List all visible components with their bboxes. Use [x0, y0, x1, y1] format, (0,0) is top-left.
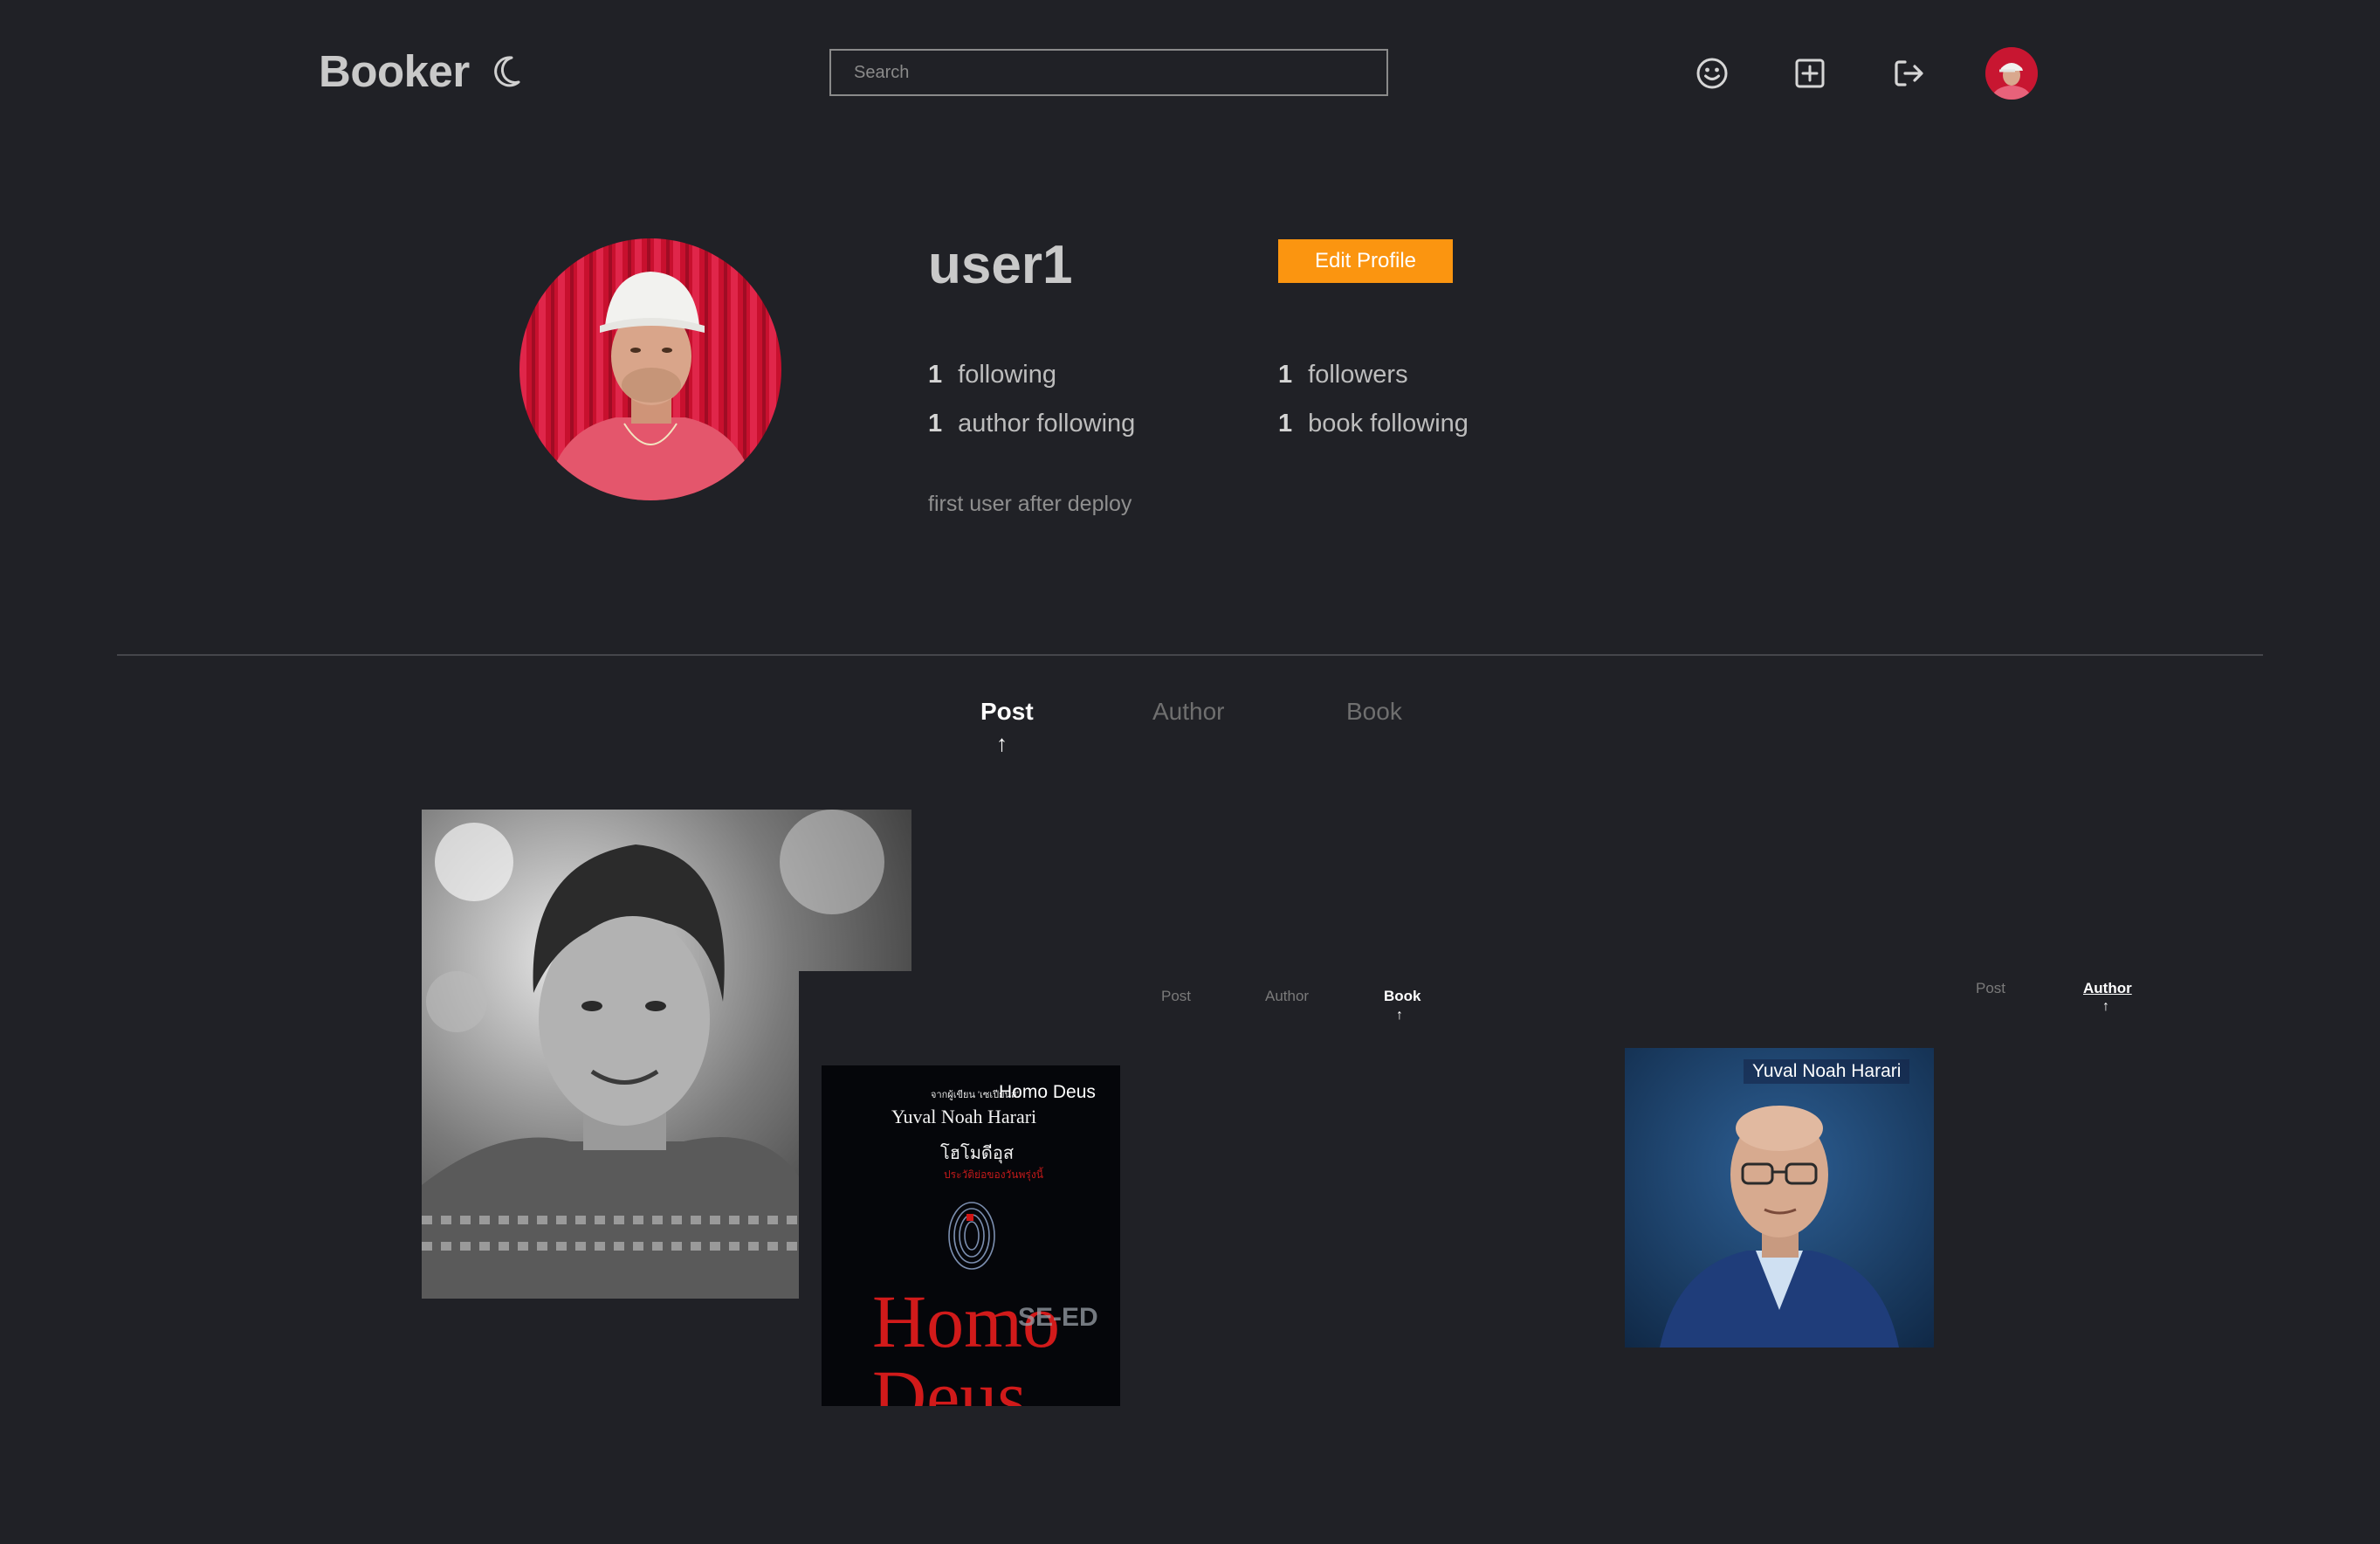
- following-label: following: [958, 361, 1056, 389]
- book-cover-title-big: Homo Deus: [872, 1279, 1060, 1406]
- book-cover-title-thai: โฮโมดีอุส: [940, 1144, 1015, 1163]
- book-following-label: book following: [1308, 410, 1469, 438]
- tab-book[interactable]: Book: [1346, 698, 1402, 726]
- book-tab-post[interactable]: Post: [1161, 988, 1191, 1005]
- following-number: 1: [928, 361, 943, 389]
- arrow-up-icon: ↑: [996, 730, 1008, 756]
- book-cover-subtitle-thai: ประวัติย่อของวันพรุ่งนี้: [944, 1168, 1043, 1181]
- book-cover-title-en: Homo Deus: [999, 1082, 1096, 1102]
- book-cover-publisher: SE-ED: [1018, 1303, 1098, 1332]
- author-following-count[interactable]: 1 author following: [928, 410, 1135, 438]
- add-square-icon[interactable]: [1792, 56, 1827, 91]
- tab-post[interactable]: Post: [980, 698, 1034, 726]
- followers-number: 1: [1278, 361, 1293, 389]
- book-tab-author[interactable]: Author: [1265, 988, 1309, 1005]
- following-count[interactable]: 1 following: [928, 361, 1056, 389]
- author-tab-author[interactable]: Author: [2083, 980, 2132, 997]
- divider: [117, 654, 2263, 656]
- book-cover-author: Yuval Noah Harari: [891, 1106, 1037, 1127]
- followers-count[interactable]: 1 followers: [1278, 361, 1408, 389]
- author-name-label: Yuval Noah Harari: [1744, 1059, 1910, 1084]
- author-following-label: author following: [958, 410, 1136, 438]
- author-tab-post[interactable]: Post: [1976, 980, 2005, 997]
- search-input[interactable]: [829, 49, 1388, 96]
- edit-profile-button[interactable]: Edit Profile: [1278, 239, 1453, 283]
- tab-author[interactable]: Author: [1152, 698, 1225, 726]
- book-cover-homo-deus[interactable]: จากผู้เขียน 'เซเปียนส์' Homo Deus Yuval …: [822, 1065, 1120, 1406]
- moon-icon[interactable]: [491, 54, 522, 89]
- profile-bio: first user after deploy: [928, 492, 1132, 516]
- arrow-up-icon: ↑: [1396, 1008, 1403, 1023]
- fingerprint-icon: [948, 1202, 995, 1270]
- book-following-number: 1: [1278, 410, 1293, 438]
- username: user1: [928, 235, 1073, 295]
- book-following-count[interactable]: 1 book following: [1278, 410, 1469, 438]
- author-following-number: 1: [928, 410, 943, 438]
- author-card-image[interactable]: [1625, 1048, 1934, 1348]
- profile-avatar: [519, 238, 781, 500]
- brand-logo[interactable]: Booker: [319, 45, 470, 97]
- nav-avatar[interactable]: [1985, 47, 2038, 100]
- book-tab-book[interactable]: Book: [1384, 988, 1421, 1005]
- followers-label: followers: [1308, 361, 1408, 389]
- logout-icon[interactable]: [1891, 56, 1926, 91]
- smiley-icon[interactable]: [1695, 56, 1730, 91]
- arrow-up-icon: ↑: [2102, 999, 2109, 1014]
